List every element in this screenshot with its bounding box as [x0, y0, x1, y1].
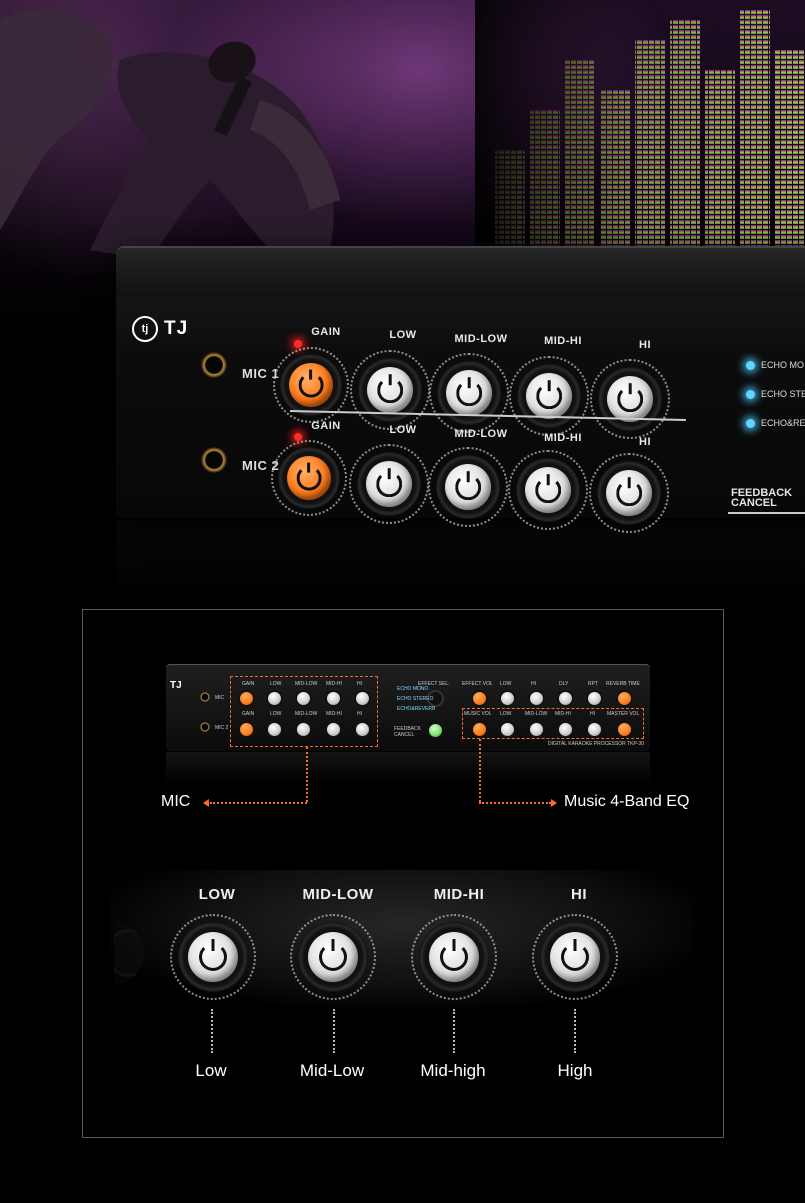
mic1-gain-knob[interactable] — [272, 346, 350, 424]
mini-rpt-knob — [586, 690, 603, 707]
mic2-midhi-label: MID-HI — [544, 432, 582, 444]
mini-reverb-time-label: REVERB TIME — [606, 681, 640, 687]
eq-callout-horizontal — [479, 802, 551, 804]
echo-reverb-label: ECHO&RE — [761, 418, 805, 428]
mic-callout-label: MIC — [161, 793, 191, 810]
mini-reverb-time-knob — [616, 690, 633, 707]
mic2-jack[interactable] — [201, 447, 227, 473]
mic-callout-arrow — [203, 799, 209, 807]
mini-feedback-knob — [427, 722, 444, 739]
closeup-midhi-knob[interactable] — [410, 913, 498, 1001]
echo-stereo-led — [746, 390, 755, 399]
mini-mic2-label: MIC 2 — [215, 725, 229, 731]
feedback-cancel-label: FEEDBACK CANCEL — [731, 487, 793, 509]
mic1-signal-led — [294, 340, 302, 348]
mic2-gain-label: GAIN — [311, 420, 341, 432]
mini-tj-logo: TJ — [170, 680, 182, 691]
low-leader-line — [211, 1009, 213, 1053]
mic1-jack[interactable] — [201, 352, 227, 378]
mini-r-low-label: LOW — [500, 681, 512, 687]
band-label-midhigh: Mid-high — [420, 1061, 486, 1080]
mini-mic2-jack — [200, 722, 210, 732]
band-label-midlow: Mid-Low — [299, 1061, 365, 1080]
mic2-low-label: LOW — [389, 424, 417, 436]
closeup-midlow-label: MID-LOW — [302, 886, 374, 903]
mic1-gain-label: GAIN — [311, 326, 341, 338]
mini-feedback-label: FEEDBACK CANCEL — [394, 726, 421, 738]
mini-rpt-label: RPT — [588, 681, 598, 687]
echo-mono-label: ECHO MO — [761, 360, 805, 370]
mic2-midhi-knob[interactable] — [508, 450, 588, 530]
mini-echo-reverb: ECHO&REVERB — [397, 706, 436, 712]
eq-callout-arrow — [551, 799, 557, 807]
device-top-surface — [116, 248, 805, 296]
mic2-hi-label: HI — [639, 436, 651, 448]
mic1-low-label: LOW — [389, 329, 417, 341]
tj-logo-text: TJ — [164, 318, 189, 339]
mini-mic1-jack — [200, 692, 210, 702]
eq-callout-label: Music 4-Band EQ — [564, 793, 690, 810]
mini-dly-label: DLY — [559, 681, 569, 687]
tj-logo-mark: tj — [132, 316, 158, 342]
closeup-midlow-knob[interactable] — [289, 913, 377, 1001]
mic2-midlow-label: MID-LOW — [454, 428, 508, 440]
closeup-hi-label: HI — [571, 886, 587, 903]
mic1-hi-knob[interactable] — [590, 359, 670, 439]
mini-effect-vol-knob — [471, 690, 488, 707]
mic2-midlow-knob[interactable] — [428, 447, 508, 527]
echo-stereo-label: ECHO STE — [761, 389, 805, 399]
mini-echo-mono: ECHO MONO — [397, 686, 429, 692]
midhigh-leader-line — [453, 1009, 455, 1053]
closeup-hi-knob[interactable] — [531, 913, 619, 1001]
closeup-low-label: LOW — [198, 886, 236, 903]
mic2-low-knob[interactable] — [349, 444, 429, 524]
tj-logo: tj TJ — [132, 316, 188, 342]
mini-r-low-knob — [499, 690, 516, 707]
mini-mic1-label: MIC — [215, 695, 225, 701]
mic1-hi-label: HI — [639, 339, 651, 351]
mini-effect-vol-label: EFFECT VOL — [462, 681, 493, 687]
eq-callout-vertical — [479, 739, 481, 802]
closeup-midhi-label: MID-HI — [433, 886, 485, 903]
mini-dly-knob — [557, 690, 574, 707]
midlow-leader-line — [333, 1009, 335, 1053]
mic2-hi-knob[interactable] — [589, 453, 669, 533]
mini-model-label: DIGITAL KARAOKE PROCESSOR TKP-30 — [548, 741, 645, 747]
mini-echo-stereo: ECHO STEREO — [397, 696, 434, 702]
closeup-low-knob[interactable] — [169, 913, 257, 1001]
mic1-midhi-label: MID-HI — [544, 335, 582, 347]
mini-r-hi-label: HI — [531, 681, 536, 687]
mic-callout-vertical — [306, 747, 308, 802]
mic2-gain-knob[interactable] — [270, 439, 348, 517]
equalizer-graphic — [475, 0, 805, 260]
device-reflection — [116, 520, 805, 600]
band-label-high: High — [557, 1061, 593, 1080]
echo-mono-led — [746, 361, 755, 370]
band-label-low: Low — [195, 1061, 227, 1080]
mic1-midlow-label: MID-LOW — [454, 333, 508, 345]
music-eq-highlight — [462, 708, 644, 739]
mic-section-highlight — [230, 676, 378, 747]
mini-r-hi-knob — [528, 690, 545, 707]
echo-reverb-led — [746, 419, 755, 428]
high-leader-line — [574, 1009, 576, 1053]
mic-callout-horizontal — [210, 802, 307, 804]
mini-device-reflection — [166, 752, 650, 784]
